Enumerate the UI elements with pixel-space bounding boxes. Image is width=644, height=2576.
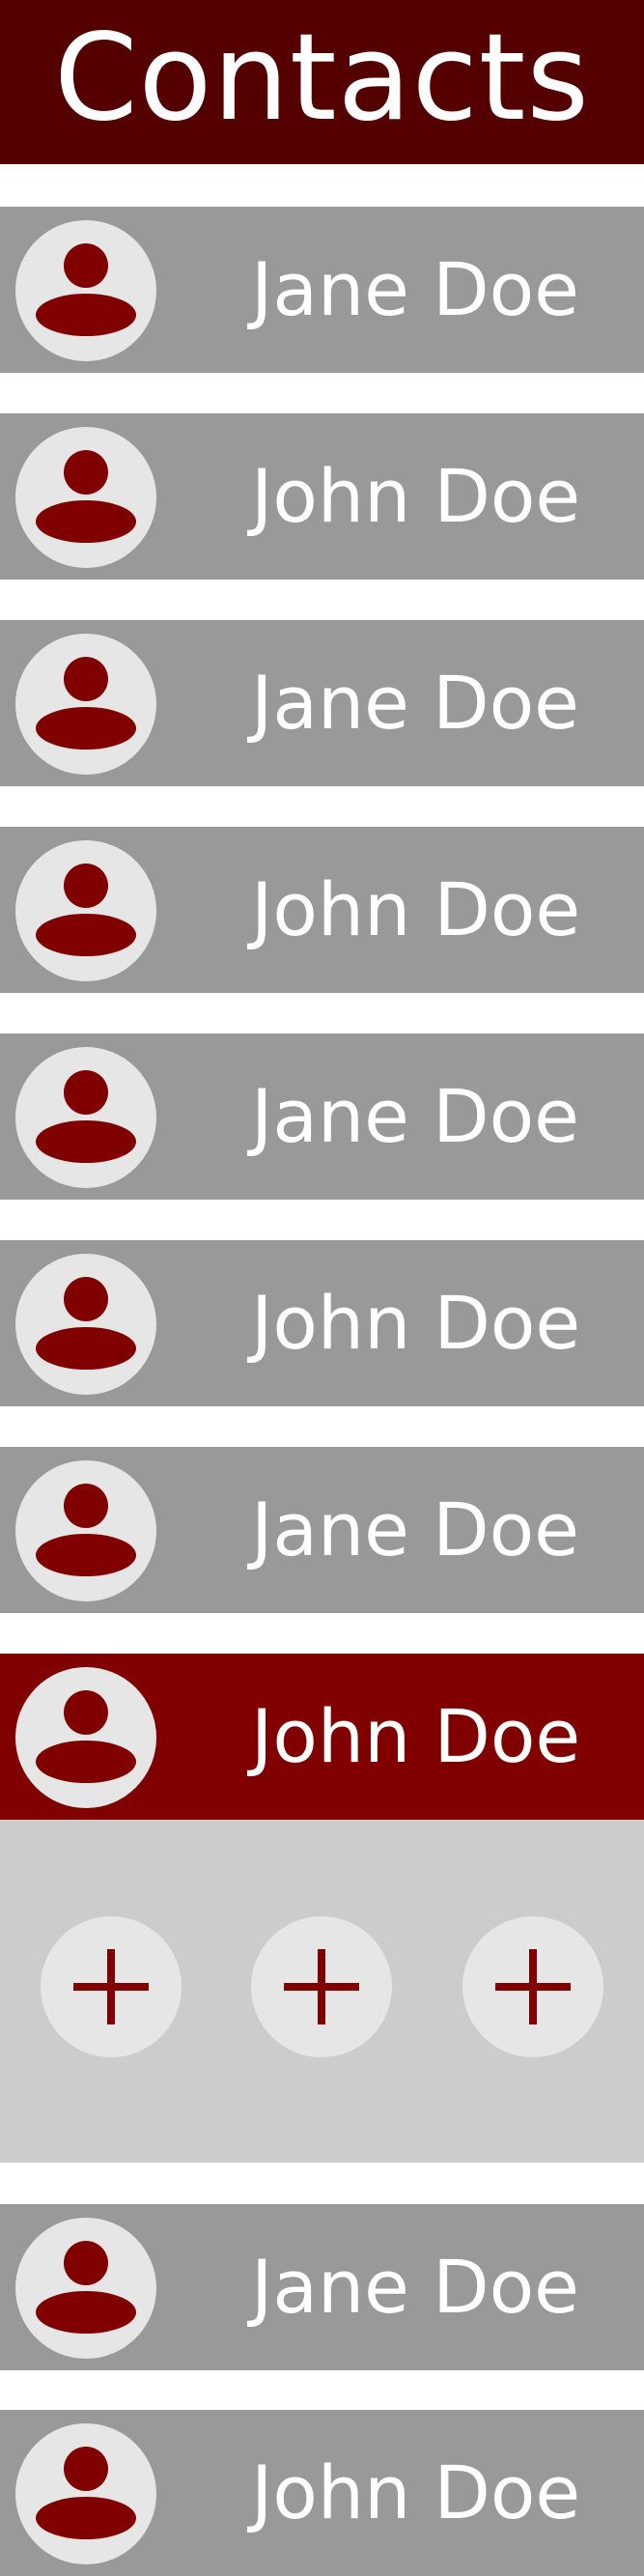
contact-row[interactable]: Jane Doe — [0, 1447, 644, 1613]
person-icon — [36, 243, 136, 336]
avatar — [15, 1460, 156, 1601]
contact-name: Jane Doe — [251, 246, 579, 332]
avatar — [15, 427, 156, 568]
contact-name: John Doe — [251, 2449, 581, 2535]
person-icon — [36, 1690, 136, 1783]
avatar — [15, 634, 156, 775]
contact-name: John Doe — [251, 866, 581, 952]
contact-actions-panel — [0, 1820, 644, 2163]
contact-list: Jane Doe John Doe Jane Doe John Doe Jane… — [0, 0, 644, 2576]
avatar — [15, 1047, 156, 1188]
contact-row[interactable]: Jane Doe — [0, 1033, 644, 1200]
avatar — [15, 1254, 156, 1395]
avatar — [15, 220, 156, 361]
plus-icon — [73, 1949, 149, 2024]
contact-row-selected[interactable]: John Doe — [0, 1654, 644, 1820]
contact-row[interactable]: John Doe — [0, 827, 644, 993]
person-icon — [36, 1277, 136, 1370]
contact-row[interactable]: Jane Doe — [0, 620, 644, 786]
contact-row[interactable]: Jane Doe — [0, 2204, 644, 2370]
contact-row[interactable]: John Doe — [0, 2410, 644, 2576]
contact-row[interactable]: Jane Doe — [0, 207, 644, 373]
contact-name: Jane Doe — [251, 1073, 579, 1159]
add-action-button[interactable] — [251, 1916, 392, 2057]
plus-icon — [495, 1949, 571, 2024]
avatar — [15, 2423, 156, 2564]
plus-icon — [284, 1949, 359, 2024]
add-action-button[interactable] — [41, 1916, 182, 2057]
contact-name: Jane Doe — [251, 1486, 579, 1572]
contact-name: John Doe — [251, 453, 581, 539]
contact-name: Jane Doe — [251, 660, 579, 746]
contact-name: John Doe — [251, 1280, 581, 1366]
person-icon — [36, 2447, 136, 2539]
contact-row[interactable]: John Doe — [0, 413, 644, 580]
add-action-button[interactable] — [462, 1916, 603, 2057]
avatar — [15, 2218, 156, 2359]
person-icon — [36, 1484, 136, 1576]
contact-name: John Doe — [251, 1693, 581, 1779]
person-icon — [36, 657, 136, 750]
person-icon — [36, 863, 136, 956]
avatar — [15, 1667, 156, 1808]
contact-name: Jane Doe — [251, 2244, 579, 2330]
person-icon — [36, 1070, 136, 1163]
person-icon — [36, 450, 136, 543]
person-icon — [36, 2241, 136, 2334]
contact-row[interactable]: John Doe — [0, 1240, 644, 1406]
avatar — [15, 840, 156, 981]
